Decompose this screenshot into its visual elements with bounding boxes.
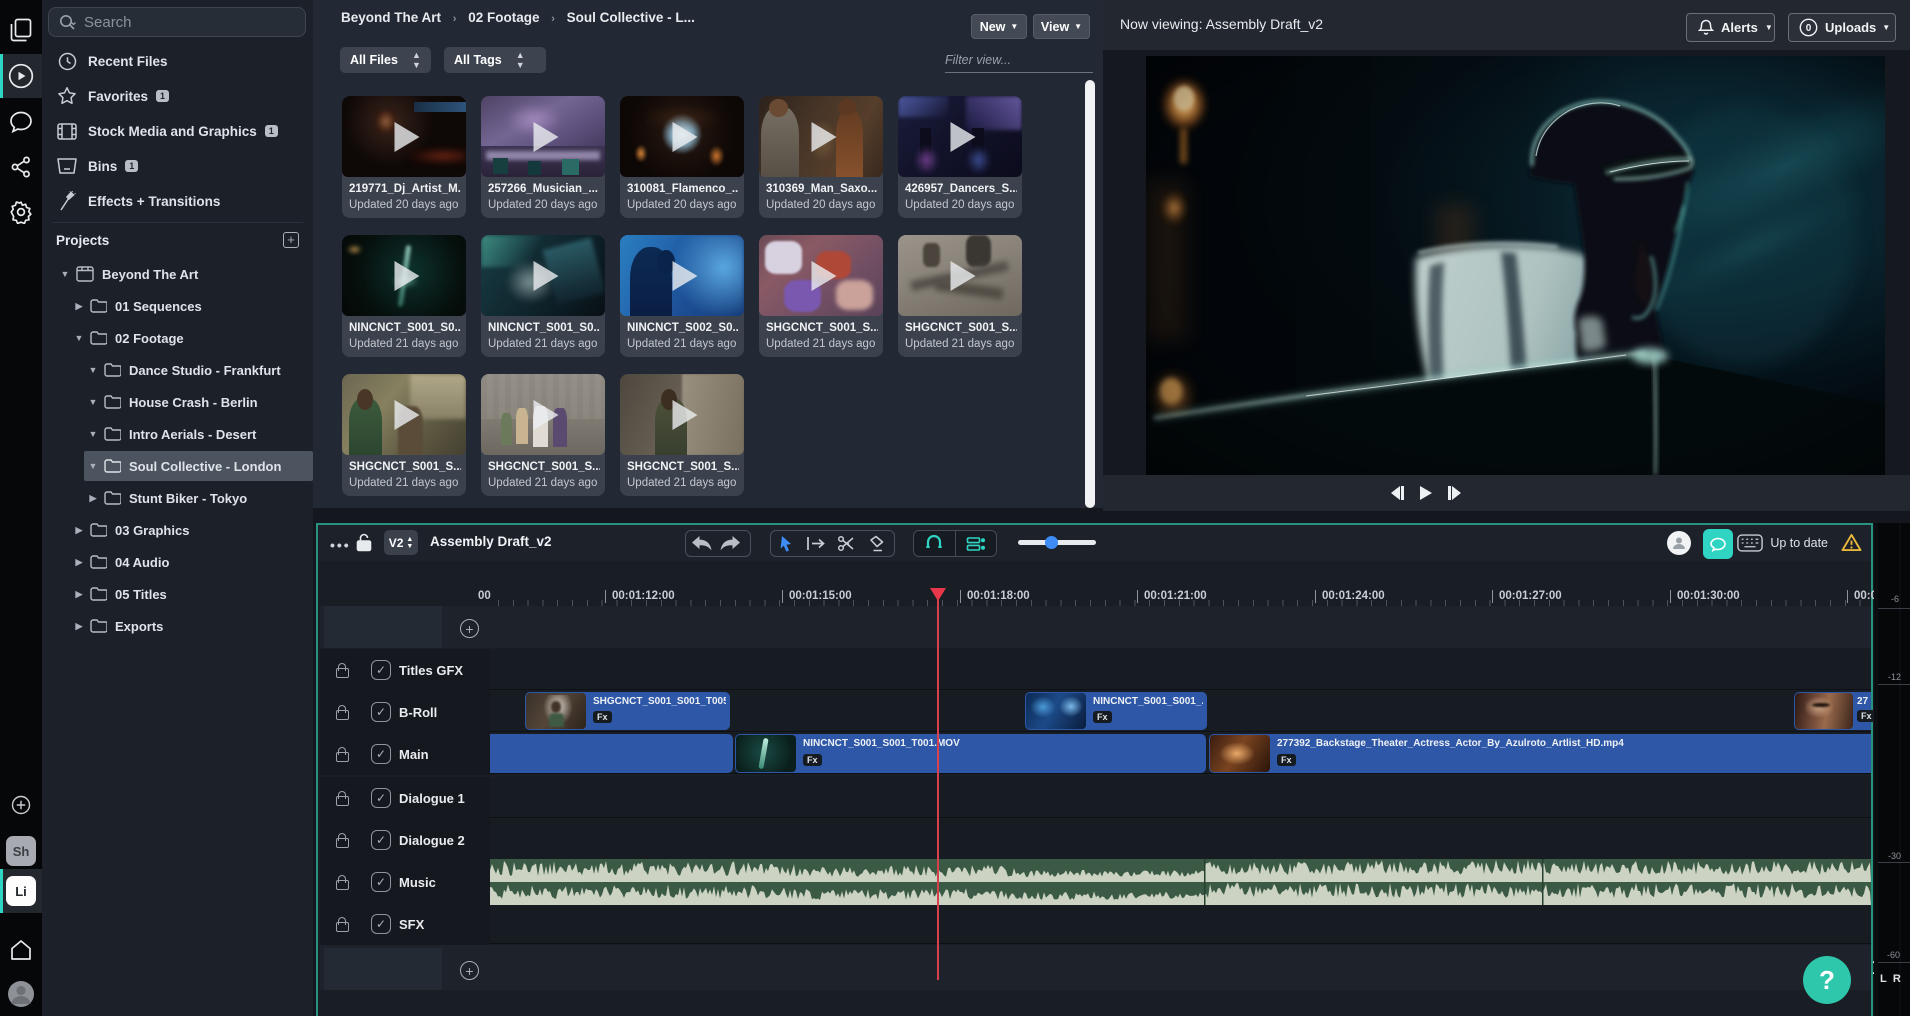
svg-text:0: 0 xyxy=(1806,23,1812,34)
